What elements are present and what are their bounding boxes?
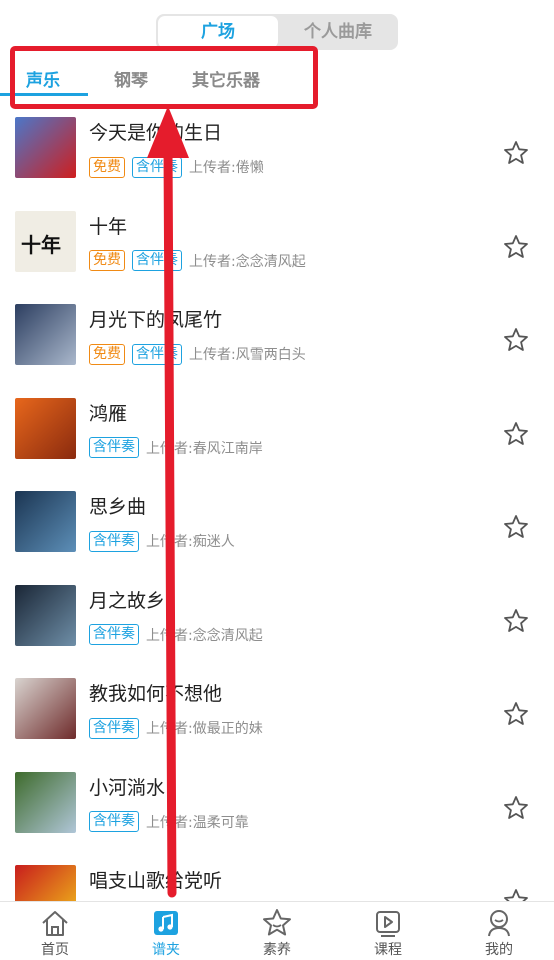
uploader-text: 上传者:念念清风起	[189, 253, 306, 270]
uploader-text: 上传者:春风江南岸	[146, 440, 263, 457]
nav-score-folder-label: 谱夹	[152, 942, 180, 958]
nav-courses[interactable]: 课程	[333, 902, 443, 960]
nav-mine[interactable]: 我的	[444, 902, 554, 960]
song-thumbnail	[15, 491, 76, 552]
thumbnail-calligraphy-text: 十年	[21, 232, 61, 257]
favorite-star-icon[interactable]	[503, 795, 529, 821]
accompaniment-badge: 含伴奏	[89, 717, 139, 739]
song-meta: 含伴奏 上传者:念念清风起	[89, 624, 263, 646]
song-thumbnail	[15, 117, 76, 178]
song-thumbnail	[15, 584, 76, 646]
song-meta: 免费 含伴奏 上传者:念念清风起	[89, 250, 306, 272]
song-row[interactable]: 鸿雁含伴奏 上传者:春风江南岸	[0, 381, 554, 474]
free-badge: 免费	[89, 156, 125, 178]
uploader-text: 上传者:念念清风起	[146, 627, 263, 644]
accompaniment-badge: 含伴奏	[89, 624, 139, 645]
segment-personal-library[interactable]: 个人曲库	[280, 16, 396, 48]
uploader-text: 上传者:做最正的妹	[146, 721, 263, 737]
song-title: 月之故乡	[89, 589, 166, 612]
song-thumbnail	[15, 397, 76, 459]
song-thumbnail	[15, 678, 76, 739]
song-row[interactable]: 今天是你的生日 免费 含伴奏 上传者:倦懒	[0, 100, 554, 193]
song-title: 鸿雁	[89, 402, 128, 425]
segmented-control: 广场 个人曲库	[156, 14, 398, 50]
accompaniment-badge: 含伴奏	[132, 250, 182, 271]
home-icon	[42, 911, 68, 936]
song-meta: 含伴奏 上传者:痴迷人	[89, 530, 235, 552]
song-meta: 含伴奏 上传者:做最正的妹	[89, 717, 263, 739]
nav-mine-label: 我的	[485, 942, 513, 958]
annotation-highlight-box	[10, 46, 318, 109]
song-title: 月光下的凤尾竹	[89, 309, 223, 331]
song-row[interactable]: 小河淌水含伴奏 上传者:温柔可靠	[0, 755, 554, 848]
nav-literacy-label: 素养	[263, 942, 291, 958]
song-title: 今天是你的生日	[89, 122, 223, 144]
accompaniment-badge: 含伴奏	[89, 530, 139, 552]
song-list[interactable]: 今天是你的生日 免费 含伴奏 上传者:倦懒 十年 十年 免费 含伴奏 上传者:念念清风起 月光下的…	[0, 100, 554, 901]
uploader-text: 上传者:风雪两白头	[189, 347, 306, 363]
star-face-icon	[263, 909, 291, 936]
uploader-text: 上传者:倦懒	[189, 160, 264, 176]
bottom-navigation: 首页 谱夹 素养 课程 我的	[0, 901, 554, 960]
music-note-folder-icon	[154, 911, 178, 935]
favorite-star-icon[interactable]	[503, 888, 529, 901]
song-meta: 含伴奏 上传者:春风江南岸	[89, 437, 263, 459]
user-profile-icon	[488, 910, 510, 937]
favorite-star-icon[interactable]	[503, 608, 529, 634]
song-row[interactable]: 唱支山歌给党听	[0, 848, 554, 901]
favorite-star-icon[interactable]	[503, 234, 529, 260]
song-meta: 免费 含伴奏 上传者:倦懒	[89, 156, 264, 178]
song-thumbnail	[15, 865, 76, 901]
song-row[interactable]: 月之故乡含伴奏 上传者:念念清风起	[0, 568, 554, 661]
nav-courses-label: 课程	[374, 942, 402, 958]
free-badge: 免费	[89, 343, 125, 365]
video-play-icon	[376, 911, 400, 937]
uploader-text: 上传者:痴迷人	[146, 534, 235, 550]
song-thumbnail	[15, 771, 76, 833]
nav-literacy[interactable]: 素养	[222, 902, 332, 960]
uploader-text: 上传者:温柔可靠	[146, 814, 249, 831]
song-row[interactable]: 十年 十年 免费 含伴奏 上传者:念念清风起	[0, 194, 554, 287]
song-title: 思乡曲	[89, 496, 147, 518]
song-title: 唱支山歌给党听	[89, 870, 223, 892]
song-row[interactable]: 思乡曲含伴奏 上传者:痴迷人	[0, 474, 554, 567]
song-title: 十年	[89, 215, 128, 238]
favorite-star-icon[interactable]	[503, 514, 529, 540]
favorite-star-icon[interactable]	[503, 421, 529, 447]
accompaniment-badge: 含伴奏	[89, 437, 139, 458]
favorite-star-icon[interactable]	[503, 701, 529, 727]
song-title: 教我如何不想他	[89, 683, 223, 705]
song-thumbnail	[15, 304, 76, 365]
nav-home[interactable]: 首页	[0, 902, 110, 960]
free-badge: 免费	[89, 250, 125, 271]
nav-score-folder[interactable]: 谱夹	[111, 902, 221, 960]
song-row[interactable]: 教我如何不想他 含伴奏 上传者:做最正的妹	[0, 661, 554, 754]
favorite-star-icon[interactable]	[503, 327, 529, 353]
song-thumbnail: 十年	[15, 210, 76, 272]
song-meta: 免费 含伴奏 上传者:风雪两白头	[89, 343, 306, 365]
song-meta: 含伴奏 上传者:温柔可靠	[89, 811, 249, 833]
accompaniment-badge: 含伴奏	[132, 156, 182, 178]
song-row[interactable]: 月光下的凤尾竹 免费 含伴奏 上传者:风雪两白头	[0, 287, 554, 380]
song-title: 小河淌水	[89, 776, 166, 799]
segment-square[interactable]: 广场	[158, 16, 278, 48]
accompaniment-badge: 含伴奏	[89, 811, 139, 832]
nav-home-label: 首页	[41, 942, 69, 958]
favorite-star-icon[interactable]	[503, 140, 529, 166]
accompaniment-badge: 含伴奏	[132, 343, 182, 365]
